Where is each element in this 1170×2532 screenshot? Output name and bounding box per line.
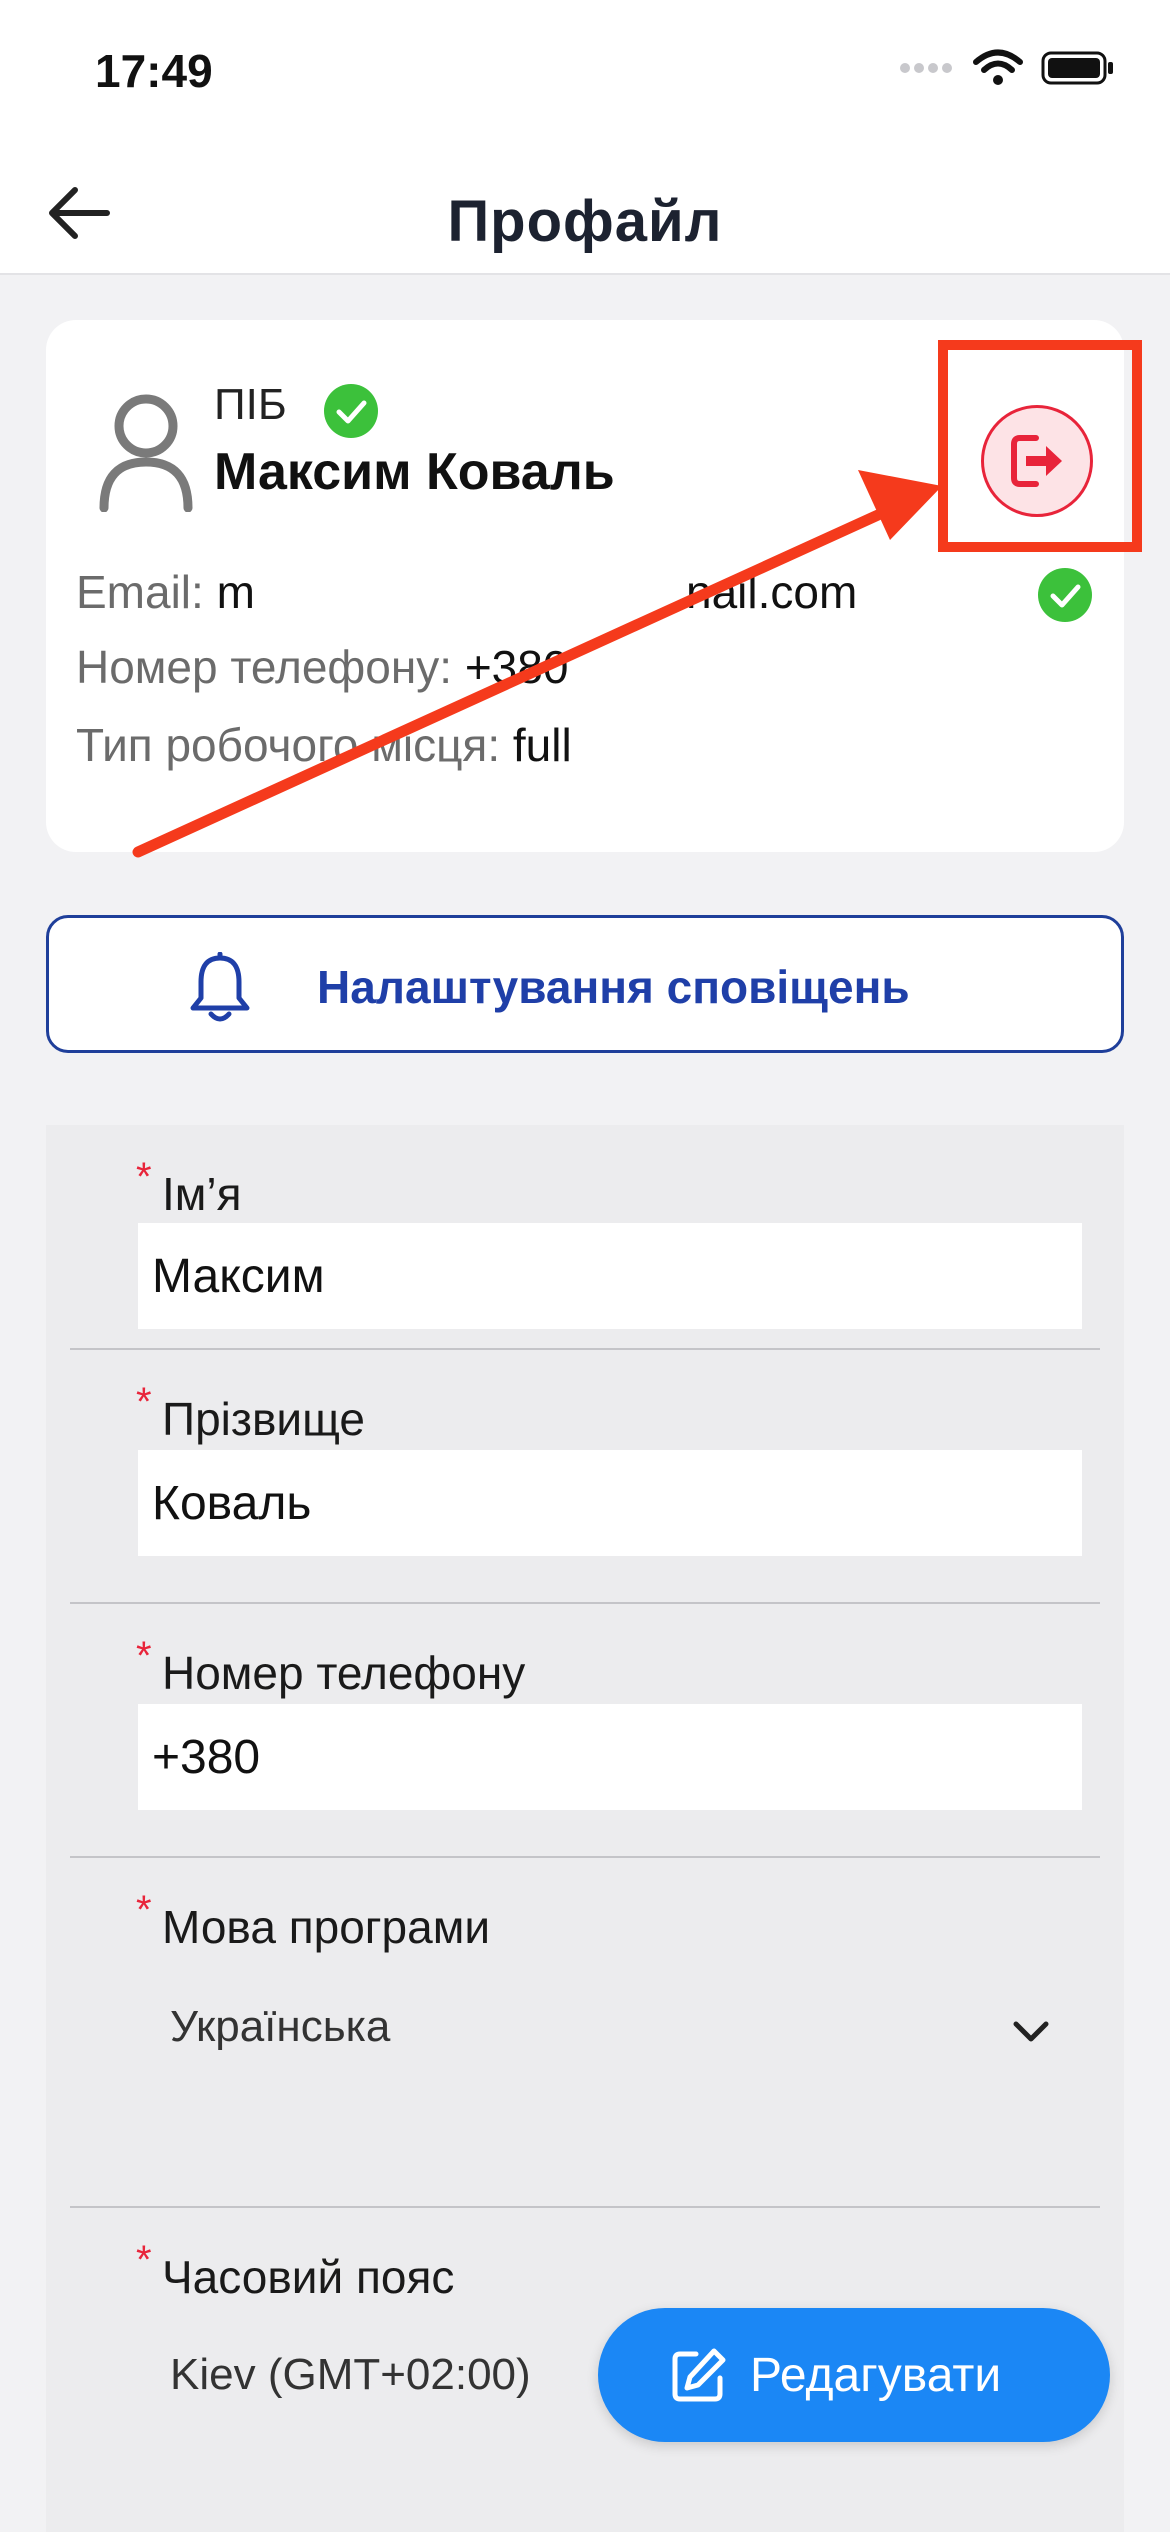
phone-field: * Номер телефону +380 <box>70 1606 1100 1858</box>
check-circle-icon <box>324 384 378 438</box>
workplace-row: Тип робочого місця: full <box>76 718 572 772</box>
user-icon <box>99 394 193 512</box>
last-name-label: Прізвище <box>162 1393 366 1445</box>
page-title: Профайл <box>447 189 723 254</box>
status-icons <box>899 48 1115 88</box>
notification-settings-label: Налаштування сповіщень <box>317 961 910 1013</box>
notification-settings-button[interactable]: Налаштування сповіщень <box>46 915 1124 1053</box>
chevron-down-icon <box>1013 2021 1049 2042</box>
required-mark: * <box>136 2238 152 2282</box>
required-mark: * <box>136 1634 152 1678</box>
email-label: Email: <box>76 566 204 618</box>
email-row: Email: m <box>76 565 255 619</box>
timezone-value: Kiev (GMT+02:00) <box>170 2350 531 2399</box>
status-time: 17:49 <box>95 45 213 97</box>
phone-input-rest[interactable] <box>268 1704 1082 1810</box>
battery-icon <box>1041 51 1113 85</box>
required-mark: * <box>136 1888 152 1932</box>
language-field: * Мова програми Українська <box>70 1860 1100 2208</box>
first-name-field: * Ім’я Максим <box>70 1125 1100 1350</box>
email-verified-icon <box>1038 568 1092 622</box>
first-name-label: Ім’я <box>162 1168 242 1220</box>
email-value-end-wrap: nail.com <box>686 565 857 619</box>
status-bar: 17:49 <box>0 0 1170 150</box>
edit-icon <box>672 2348 726 2402</box>
bell-icon <box>190 952 250 1022</box>
nav-bar: Профайл <box>0 150 1170 275</box>
workplace-value: full <box>512 719 572 771</box>
required-mark: * <box>136 1380 152 1424</box>
pib-label: ПІБ <box>214 380 287 429</box>
first-name-input[interactable]: Максим <box>138 1223 1082 1329</box>
phone-label: Номер телефону: <box>76 641 453 693</box>
email-value-start: m <box>216 566 255 618</box>
language-select[interactable]: Українська <box>138 1980 1082 2080</box>
phone-input[interactable]: +380 <box>138 1704 268 1810</box>
annotation-highlight-box <box>938 340 1142 552</box>
last-name-field: * Прізвище Коваль <box>70 1352 1100 1604</box>
timezone-label: Часовий пояс <box>162 2251 455 2303</box>
language-label: Мова програми <box>162 1901 491 1953</box>
signal-icon <box>900 63 952 73</box>
profile-full-name: Максим Коваль <box>214 443 615 501</box>
email-value-end: nail.com <box>686 566 858 618</box>
edit-button[interactable]: Редагувати <box>598 2308 1110 2442</box>
phone-value: +380 <box>464 641 569 693</box>
phone-label: Номер телефону <box>162 1647 526 1699</box>
required-mark: * <box>136 1155 152 1199</box>
language-value: Українська <box>170 2002 391 2051</box>
phone-row: Номер телефону: +380 <box>76 640 568 694</box>
last-name-input[interactable]: Коваль <box>138 1450 1082 1556</box>
edit-button-label: Редагувати <box>750 2349 1002 2402</box>
workplace-label: Тип робочого місця: <box>76 719 501 771</box>
wifi-icon <box>973 49 1023 85</box>
